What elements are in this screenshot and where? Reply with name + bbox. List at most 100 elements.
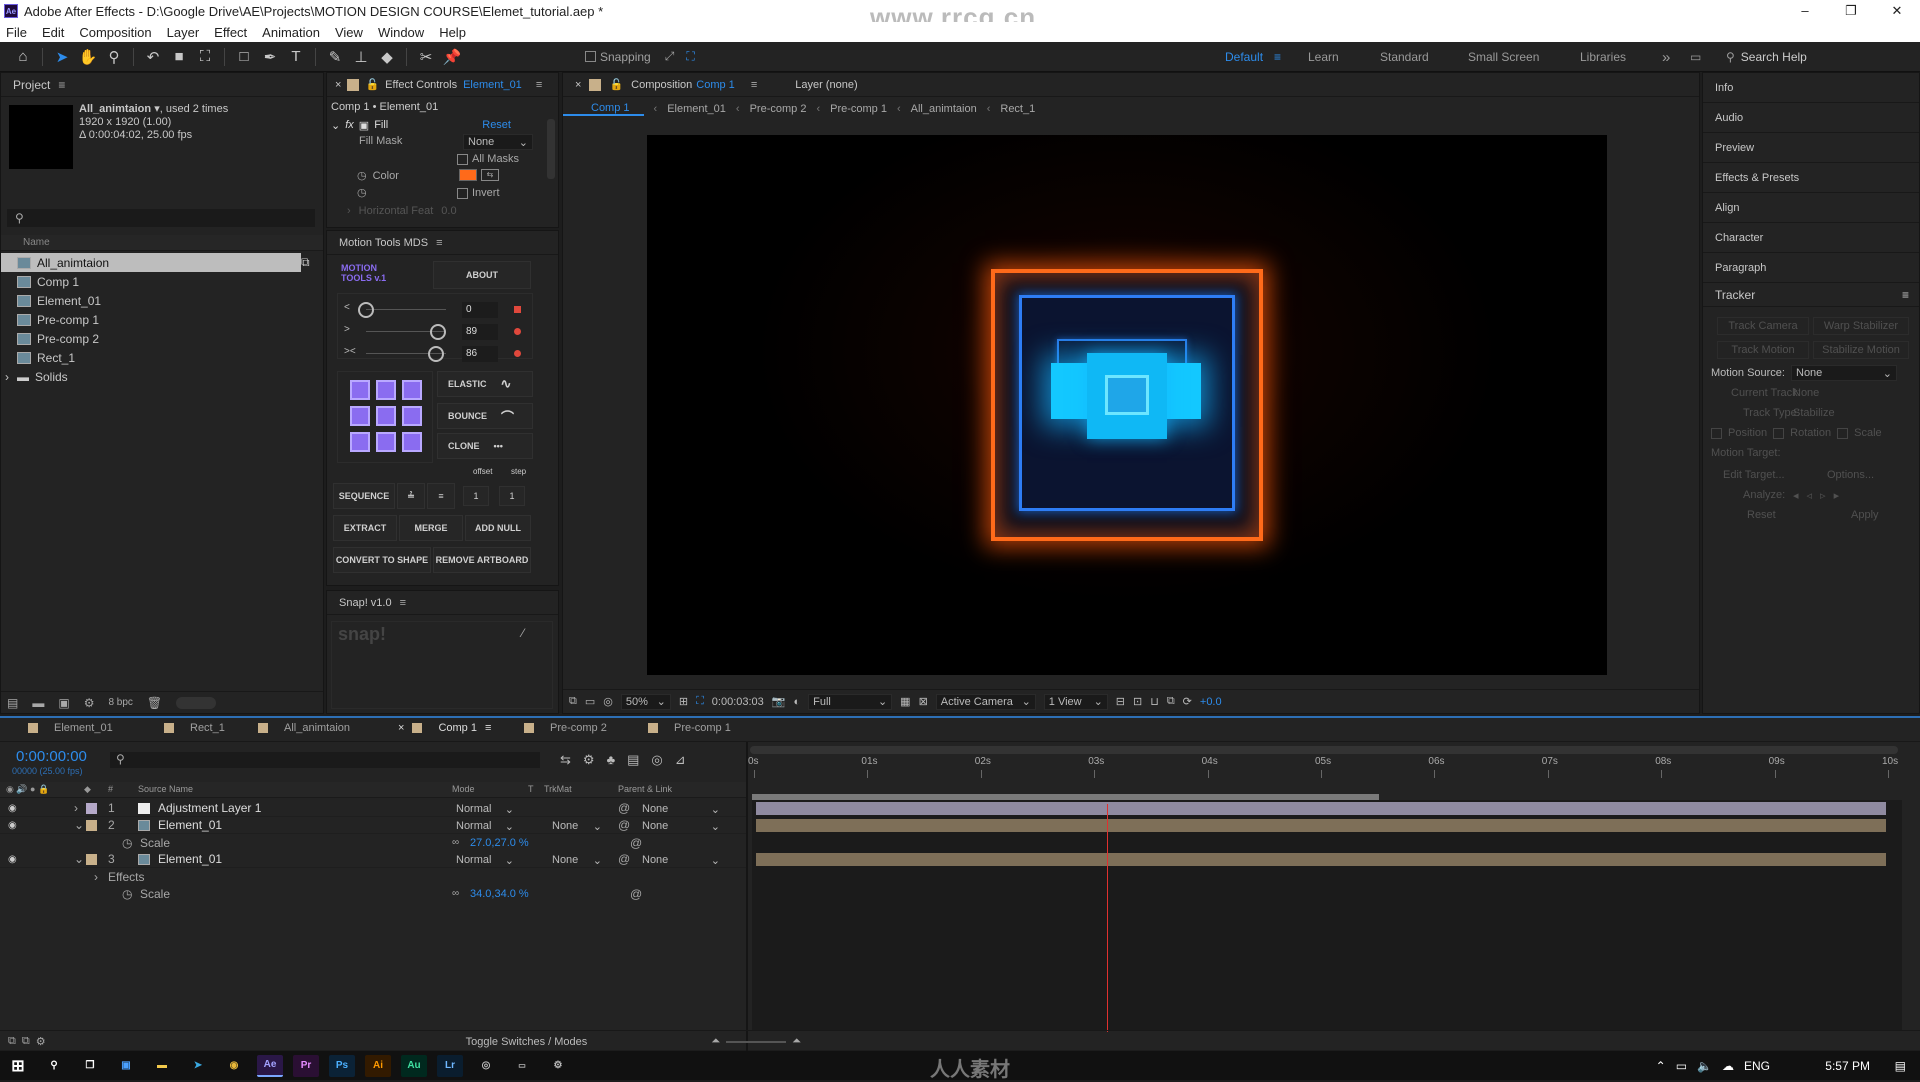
anchor-point-cell[interactable] — [402, 380, 422, 400]
store-icon[interactable]: ▣ — [113, 1055, 139, 1077]
track-type-value[interactable]: Stabilize — [1793, 407, 1835, 419]
parent-dropdown[interactable]: None ⌄ — [638, 818, 724, 834]
draft-3d-icon[interactable]: ⚙ — [583, 752, 595, 768]
hand-tool-icon[interactable]: ✋ — [77, 46, 99, 68]
clone-stamp-tool-icon[interactable]: ⊥ — [350, 46, 372, 68]
current-time[interactable]: 0:00:03:03 — [712, 696, 764, 708]
illustrator-taskbar-icon[interactable]: Ai — [365, 1054, 391, 1077]
composition-tab[interactable]: Composition — [631, 79, 692, 91]
menu-help[interactable]: Help — [439, 25, 466, 40]
panel-menu-icon[interactable]: ≡ — [751, 79, 757, 91]
panel-menu-icon[interactable]: ≡ — [1902, 288, 1909, 302]
tracker-title[interactable]: Tracker — [1715, 288, 1755, 302]
telegram-icon[interactable]: ➤ — [185, 1055, 211, 1077]
panel-info[interactable]: Info — [1703, 73, 1919, 103]
reset-button[interactable]: Reset — [482, 119, 511, 131]
fast-previews-icon[interactable]: ⊠ — [919, 695, 928, 708]
layer-row[interactable]: ◉ › 1 Adjustment Layer 1 Normal ⌄ @ None ⌄ — [0, 800, 746, 817]
close-tab-icon[interactable]: × — [575, 79, 581, 91]
expression-pick-whip-icon[interactable]: @ — [630, 836, 642, 850]
stopwatch-icon[interactable]: ◷ — [122, 836, 132, 850]
about-button[interactable]: ABOUT — [433, 261, 531, 289]
interpret-footage-icon[interactable]: ▤ — [7, 696, 18, 710]
anchor-point-cell[interactable] — [350, 406, 370, 426]
mode-dropdown[interactable]: Normal ⌄ — [452, 818, 518, 834]
timeline-tab[interactable]: Rect_1 — [164, 722, 225, 734]
slider-value-input[interactable]: 89 — [462, 324, 498, 340]
motion-tools-title[interactable]: Motion Tools MDS — [339, 237, 428, 249]
trkmat-dropdown[interactable]: None ⌄ — [548, 852, 606, 868]
convert-to-shape-button[interactable]: CONVERT TO SHAPE — [333, 547, 431, 573]
snap-panel-title[interactable]: Snap! v1.0 — [339, 597, 392, 609]
expand-arrow-icon[interactable]: › — [347, 205, 351, 217]
playhead[interactable] — [1107, 804, 1109, 1032]
snap-settings-icon[interactable]: ⁄ — [522, 626, 524, 640]
composition-viewer[interactable] — [647, 135, 1607, 675]
clock[interactable]: 5:57 PM — [1825, 1059, 1870, 1073]
workspace-standard[interactable]: Standard — [1380, 42, 1429, 72]
timeline-tab[interactable]: Pre-comp 1 — [648, 722, 731, 734]
project-item[interactable]: Element_01 — [1, 291, 323, 310]
search-icon[interactable]: ⚲ — [41, 1055, 67, 1077]
volume-icon[interactable]: 🔈 — [1697, 1059, 1712, 1073]
position-checkbox[interactable] — [1711, 427, 1722, 439]
scale-checkbox[interactable] — [1837, 427, 1849, 439]
breadcrumb-item[interactable]: All_animtaion — [911, 103, 977, 115]
exposure-reset-icon[interactable]: ⟳ — [1183, 695, 1192, 708]
anchor-point-cell[interactable] — [402, 432, 422, 452]
snapping-toggle[interactable]: Snapping ⤢ ⛶ — [585, 49, 695, 64]
timeline-tab[interactable]: Pre-comp 2 — [524, 722, 607, 734]
pick-whip-icon[interactable]: @ — [618, 852, 630, 866]
constrain-proportions-icon[interactable]: ∞ — [452, 888, 459, 899]
extract-button[interactable]: EXTRACT — [333, 515, 397, 541]
motion-blur-icon[interactable]: ◎ — [651, 752, 662, 768]
frame-blending-icon[interactable]: ▤ — [627, 752, 639, 768]
expression-pick-whip-icon[interactable]: @ — [630, 887, 642, 901]
stopwatch-icon[interactable]: ◷ — [357, 169, 367, 182]
layer-duration-bar[interactable] — [756, 802, 1886, 815]
layer-name[interactable]: Adjustment Layer 1 — [158, 801, 261, 815]
workspace-default[interactable]: Default — [1225, 42, 1263, 72]
camera-dropdown[interactable]: Active Camera ⌄ — [935, 693, 1036, 710]
menu-file[interactable]: File — [6, 25, 27, 40]
toggle-pixel-aspect-icon[interactable]: ⊟ — [1116, 695, 1125, 708]
menu-view[interactable]: View — [335, 25, 363, 40]
project-item[interactable]: Pre-comp 1 — [1, 310, 323, 329]
visibility-eye-icon[interactable]: ◉ — [8, 820, 17, 831]
pick-whip-icon[interactable]: @ — [618, 801, 630, 815]
constrain-proportions-icon[interactable]: ∞ — [452, 837, 459, 848]
current-time-display[interactable]: 0:00:00:00 — [16, 748, 87, 765]
comp-mini-flowchart-icon[interactable]: ⇆ — [560, 752, 571, 768]
project-item[interactable]: Pre-comp 2 — [1, 329, 323, 348]
panel-menu-icon[interactable]: ≡ — [58, 78, 65, 92]
timeline-tab[interactable]: Element_01 — [28, 722, 113, 734]
anchor-point-cell[interactable] — [376, 406, 396, 426]
snap-options-icon[interactable]: ⤢ — [665, 49, 675, 64]
project-search-input[interactable]: ⚲ — [7, 209, 315, 227]
all-masks-checkbox[interactable] — [457, 153, 468, 165]
timeline-icon[interactable]: ⊔ — [1150, 695, 1159, 708]
name-column-header[interactable]: Name — [1, 235, 323, 251]
eyedropper-icon[interactable]: ⇆ — [481, 169, 499, 181]
analyze-controls[interactable]: ◂◃▹▸ — [1793, 489, 1847, 502]
reset-button[interactable]: Reset — [1747, 509, 1776, 521]
puppet-tool-icon[interactable]: 📌 — [441, 46, 463, 68]
snapshot-icon[interactable]: 📷 — [772, 695, 786, 708]
expand-arrow-icon[interactable]: › — [74, 801, 78, 815]
mask-visibility-icon[interactable]: ◎ — [603, 695, 613, 708]
project-item[interactable]: Comp 1 — [1, 272, 323, 291]
close-tab-icon[interactable]: × — [398, 722, 404, 734]
horizontal-feather-value[interactable]: 0.0 — [441, 205, 456, 217]
project-item[interactable]: Rect_1 — [1, 348, 323, 367]
workspace-learn[interactable]: Learn — [1308, 42, 1339, 72]
zoom-in-icon[interactable]: ⏶ — [792, 1035, 801, 1048]
region-of-interest-icon[interactable]: ⛶ — [696, 695, 704, 708]
lightroom-taskbar-icon[interactable]: Lr — [437, 1054, 463, 1077]
anchor-point-cell[interactable] — [376, 432, 396, 452]
premiere-taskbar-icon[interactable]: Pr — [293, 1054, 319, 1077]
time-navigator[interactable] — [750, 746, 1898, 754]
anchor-point-cell[interactable] — [350, 432, 370, 452]
stopwatch-icon[interactable]: ◷ — [357, 186, 367, 199]
stopwatch-icon[interactable]: ◷ — [122, 887, 132, 901]
elastic-button[interactable]: ELASTIC ∿ — [437, 371, 533, 397]
